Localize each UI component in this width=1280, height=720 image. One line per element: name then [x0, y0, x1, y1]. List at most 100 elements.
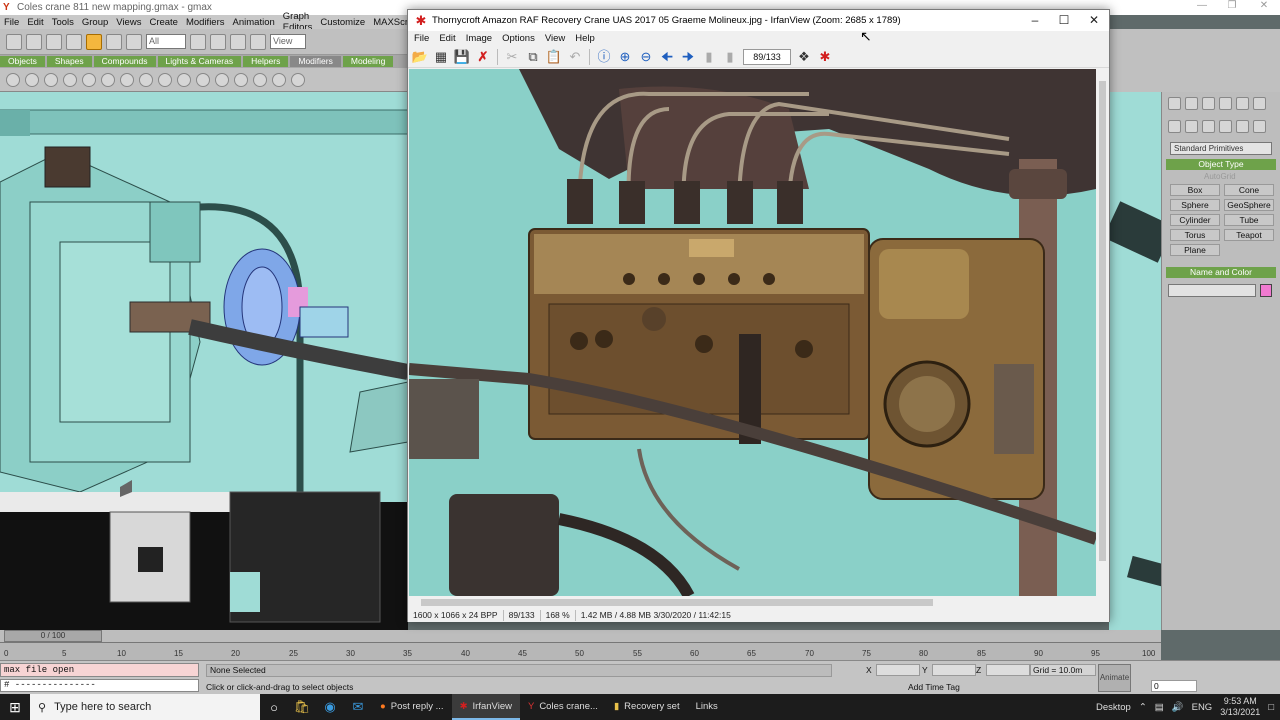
taskbar-app-firefox[interactable]: ● Post reply ...	[372, 694, 452, 720]
gmax-menu-file[interactable]: File	[0, 17, 23, 28]
first-page-icon[interactable]: ▮	[701, 49, 717, 65]
x-coord-field[interactable]	[876, 664, 920, 676]
object-type-rollout[interactable]: Object Type	[1166, 159, 1276, 170]
gmax-menu-customize[interactable]: Customize	[316, 17, 369, 28]
modifier-tool-icon[interactable]	[139, 72, 153, 87]
modifier-tool-icon[interactable]	[82, 72, 96, 87]
gmax-menu-edit[interactable]: Edit	[23, 17, 47, 28]
vertical-scrollbar[interactable]	[1096, 69, 1109, 596]
vertical-scrollbar-thumb[interactable]	[1099, 81, 1106, 561]
spacewarps-icon[interactable]	[1253, 120, 1266, 133]
modifier-tool-icon[interactable]	[291, 72, 305, 87]
geosphere-button[interactable]: GeoSphere	[1224, 199, 1274, 211]
delete-icon[interactable]: ✗	[475, 49, 491, 65]
maximize-button[interactable]: ☐	[1049, 10, 1079, 31]
modifier-tool-icon[interactable]	[196, 72, 210, 87]
gmax-menu-create[interactable]: Create	[145, 17, 182, 28]
cylinder-button[interactable]: Cylinder	[1170, 214, 1220, 226]
select-and-scale-icon[interactable]	[230, 33, 246, 50]
add-time-tag-button[interactable]: Add Time Tag	[908, 682, 960, 692]
track-bar[interactable]: 0 5 10 15 20 25 30 35 40 45 50 55 60 65 …	[0, 642, 1161, 660]
language-indicator[interactable]: ENG	[1192, 702, 1213, 713]
gmax-menu-tools[interactable]: Tools	[48, 17, 78, 28]
menu-file[interactable]: File	[408, 33, 434, 44]
modify-icon[interactable]	[1185, 97, 1198, 110]
taskbar-app-folder[interactable]: ▮ Recovery set	[606, 694, 688, 720]
gmax-close-button[interactable]: ✕	[1252, 0, 1276, 11]
modifier-tool-icon[interactable]	[234, 72, 248, 87]
copy-icon[interactable]: ⧉	[525, 49, 541, 65]
animate-button[interactable]: Animate	[1098, 664, 1131, 692]
teapot-button[interactable]: Teapot	[1224, 229, 1274, 241]
menu-edit[interactable]: Edit	[434, 33, 460, 44]
box-button[interactable]: Box	[1170, 184, 1220, 196]
menu-view[interactable]: View	[540, 33, 570, 44]
hierarchy-icon[interactable]	[1202, 97, 1215, 110]
autogrid-checkbox[interactable]: AutoGrid	[1204, 172, 1280, 181]
gmax-menu-group[interactable]: Group	[78, 17, 112, 28]
unlink-icon[interactable]	[66, 33, 82, 50]
current-frame-field[interactable]: 0	[1151, 680, 1197, 692]
tube-button[interactable]: Tube	[1224, 214, 1274, 226]
cut-icon[interactable]: ✂	[504, 49, 520, 65]
cameras-icon[interactable]	[1219, 120, 1232, 133]
cone-button[interactable]: Cone	[1224, 184, 1274, 196]
lights-icon[interactable]	[1202, 120, 1215, 133]
create-icon[interactable]	[1168, 97, 1181, 110]
close-button[interactable]: ✕	[1079, 10, 1109, 31]
menu-options[interactable]: Options	[497, 33, 540, 44]
modifier-tool-icon[interactable]	[177, 72, 191, 87]
zoom-in-icon[interactable]: ⊕	[617, 49, 633, 65]
tab-modifiers[interactable]: Modifiers	[290, 56, 341, 67]
mail-icon[interactable]: ✉	[344, 699, 372, 715]
irfanview-title-bar[interactable]: ✱ Thornycroft Amazon RAF Recovery Crane …	[408, 10, 1109, 31]
notifications-icon[interactable]: □	[1268, 702, 1274, 713]
select-object-icon[interactable]	[86, 33, 102, 50]
utilities-icon[interactable]	[1253, 97, 1266, 110]
tab-shapes[interactable]: Shapes	[46, 56, 92, 67]
tab-lights-cameras[interactable]: Lights & Cameras	[157, 56, 242, 67]
tab-modeling[interactable]: Modeling	[342, 56, 394, 67]
mirror-icon[interactable]	[250, 33, 266, 50]
object-color-swatch[interactable]	[1260, 284, 1272, 297]
y-coord-field[interactable]	[932, 664, 976, 676]
helpers-icon[interactable]	[1236, 120, 1249, 133]
select-and-rotate-icon[interactable]	[210, 33, 226, 50]
volume-icon[interactable]: 🔊	[1172, 702, 1184, 713]
taskbar-links-toolbar[interactable]: Links	[688, 694, 726, 720]
undo-icon[interactable]: ↶	[567, 49, 583, 65]
modifier-tool-icon[interactable]	[120, 72, 134, 87]
object-name-field[interactable]	[1168, 284, 1256, 297]
time-slider-track[interactable]: 0 / 100	[0, 630, 1161, 642]
last-page-icon[interactable]: ▮	[722, 49, 738, 65]
gmax-restore-button[interactable]: ❐	[1220, 0, 1244, 11]
start-button[interactable]: ⊞	[0, 699, 30, 716]
minimize-button[interactable]: –	[1020, 10, 1050, 31]
motion-icon[interactable]	[1219, 97, 1232, 110]
redo-icon[interactable]	[26, 33, 42, 50]
shapes-icon[interactable]	[1185, 120, 1198, 133]
modifier-tool-icon[interactable]	[253, 72, 267, 87]
store-icon[interactable]: 🛍	[288, 699, 316, 715]
next-icon[interactable]: 🠊	[680, 49, 696, 65]
menu-help[interactable]: Help	[570, 33, 600, 44]
exit-icon[interactable]: ✱	[817, 49, 833, 65]
tray-overflow-icon[interactable]: ⌃	[1139, 702, 1147, 713]
select-and-move-icon[interactable]	[190, 33, 206, 50]
modifier-tool-icon[interactable]	[215, 72, 229, 87]
taskbar-clock[interactable]: 9:53 AM 3/13/2021	[1220, 696, 1260, 718]
gmax-menu-modifiers[interactable]: Modifiers	[182, 17, 229, 28]
maxscript-listener-output[interactable]: max file open	[0, 663, 199, 677]
sphere-button[interactable]: Sphere	[1170, 199, 1220, 211]
gmax-menu-views[interactable]: Views	[112, 17, 145, 28]
modifier-tool-icon[interactable]	[25, 72, 39, 87]
modifier-tool-icon[interactable]	[101, 72, 115, 87]
info-icon[interactable]: ⓘ	[596, 49, 612, 65]
modifier-tool-icon[interactable]	[6, 72, 20, 87]
select-by-name-icon[interactable]	[106, 33, 122, 50]
tab-helpers[interactable]: Helpers	[243, 56, 289, 67]
gmax-menu-animation[interactable]: Animation	[229, 17, 279, 28]
plane-button[interactable]: Plane	[1170, 244, 1220, 256]
region-select-icon[interactable]	[126, 33, 142, 50]
modifier-tool-icon[interactable]	[63, 72, 77, 87]
